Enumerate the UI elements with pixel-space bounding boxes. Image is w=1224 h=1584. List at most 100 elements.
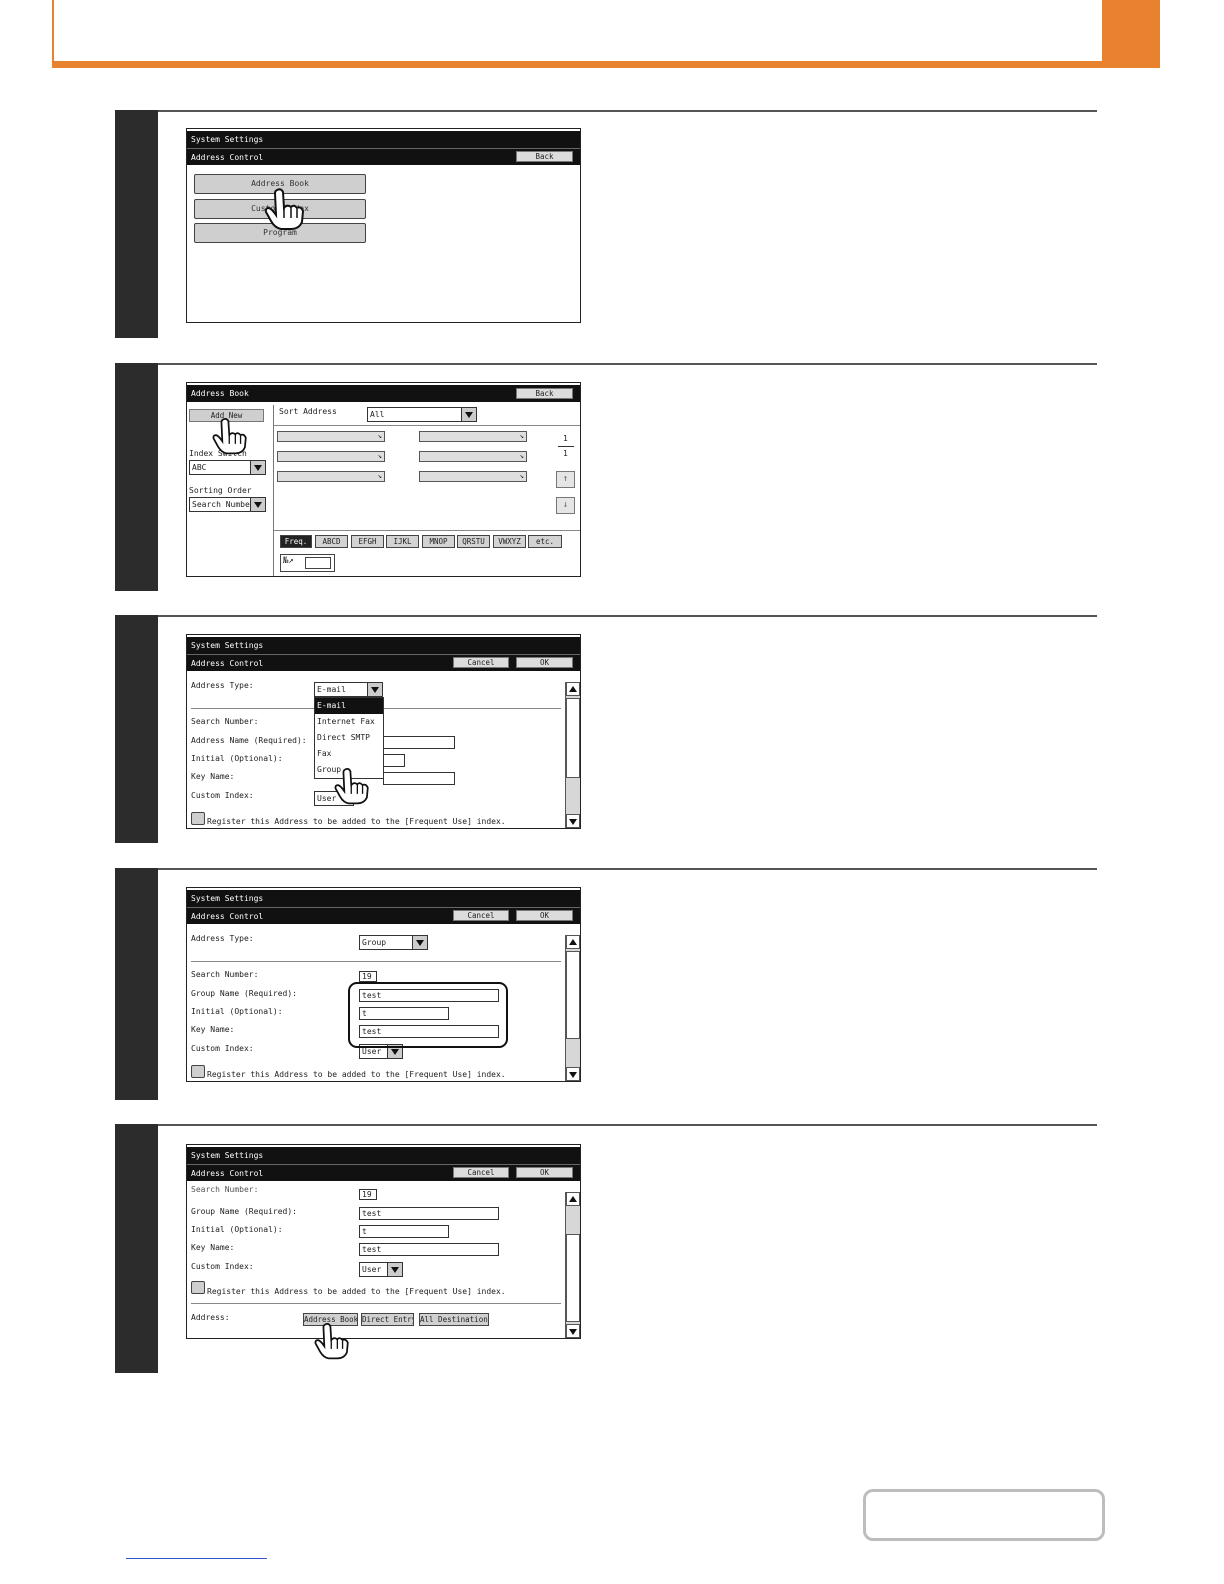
index-switch-select[interactable]: ABC xyxy=(189,460,266,475)
scrollbar[interactable] xyxy=(565,682,580,828)
custom-index-select[interactable]: User 1 xyxy=(359,1262,403,1277)
address-slot[interactable]: ↘ xyxy=(419,471,527,482)
screen-system-settings: System Settings Address Control Back Add… xyxy=(186,128,581,323)
direct-entry-button[interactable]: Direct Entry xyxy=(361,1313,414,1326)
scrollbar[interactable] xyxy=(565,935,580,1081)
number-input[interactable] xyxy=(305,557,331,569)
divider xyxy=(274,530,580,531)
group-name-label: Group Name (Required): xyxy=(191,1207,297,1216)
menu-item-email[interactable]: E-mail xyxy=(315,698,383,714)
tab-vwxyz[interactable]: VWXYZ xyxy=(493,535,526,548)
search-number-field[interactable]: 19 xyxy=(359,971,377,982)
tab-abcd[interactable]: ABCD xyxy=(315,535,348,548)
address-slot[interactable]: ↘ xyxy=(277,451,385,462)
scroll-down-icon[interactable] xyxy=(566,814,580,828)
address-name-field[interactable] xyxy=(383,736,455,749)
step-divider xyxy=(115,1124,1097,1126)
all-destinations-button[interactable]: All Destinations xyxy=(419,1313,489,1326)
subtitle-text: Address Control xyxy=(191,1169,264,1178)
address-type-label: Address Type: xyxy=(191,681,254,690)
frequent-use-checkbox[interactable] xyxy=(191,1065,205,1078)
step-number-bar xyxy=(115,110,158,338)
search-number-field[interactable]: 19 xyxy=(359,1189,377,1200)
address-slot[interactable]: ↘ xyxy=(277,471,385,482)
tab-ijkl[interactable]: IJKL xyxy=(386,535,419,548)
pointing-hand-icon xyxy=(334,768,369,805)
frequent-use-checkbox[interactable] xyxy=(191,812,205,825)
step-divider xyxy=(115,363,1097,365)
arrow-up-icon[interactable]: ↑ xyxy=(556,471,575,488)
menu-item-direct-smtp[interactable]: Direct SMTP xyxy=(315,730,383,746)
divider xyxy=(191,961,561,962)
screen-address-control: System Settings Address Control Cancel O… xyxy=(186,887,581,1082)
key-name-field[interactable] xyxy=(383,772,455,785)
subtitle-text: Address Control xyxy=(191,912,264,921)
title-text: Address Book xyxy=(191,389,249,398)
screen-title: System Settings xyxy=(187,890,580,907)
search-number-box[interactable]: №↗ xyxy=(280,554,335,572)
tab-mnop[interactable]: MNOP xyxy=(422,535,455,548)
key-name-field[interactable]: test xyxy=(359,1243,499,1256)
menu-item-internet-fax[interactable]: Internet Fax xyxy=(315,714,383,730)
address-slot[interactable]: ↘ xyxy=(419,451,527,462)
scroll-down-icon[interactable] xyxy=(566,1067,580,1081)
address-name-label: Address Name (Required): xyxy=(191,736,307,745)
step-divider xyxy=(115,868,1097,870)
group-name-field[interactable]: test xyxy=(359,1207,499,1220)
chevron-down-icon xyxy=(387,1262,403,1277)
step-2: Address Book Back Add New Index Switch A… xyxy=(115,363,1097,591)
chevron-down-icon xyxy=(250,460,266,475)
custom-index-label: Custom Index: xyxy=(191,791,254,800)
search-number-label: Search Number: xyxy=(191,970,259,979)
scroll-up-icon[interactable] xyxy=(566,935,580,949)
back-button[interactable]: Back xyxy=(516,388,573,399)
ok-button[interactable]: OK xyxy=(516,910,573,921)
nav-button[interactable] xyxy=(863,1489,1105,1541)
tab-qrstu[interactable]: QRSTU xyxy=(457,535,490,548)
scroll-thumb[interactable] xyxy=(566,951,580,1039)
screen-title: System Settings xyxy=(187,131,580,148)
step-number-bar xyxy=(115,615,158,843)
scroll-thumb[interactable] xyxy=(566,698,580,778)
address-type-select[interactable]: Group xyxy=(359,935,428,950)
frequent-use-checkbox[interactable] xyxy=(191,1281,205,1294)
scroll-up-icon[interactable] xyxy=(566,1192,580,1206)
scrollbar[interactable] xyxy=(565,1192,580,1338)
back-button[interactable]: Back xyxy=(516,151,573,162)
cancel-button[interactable]: Cancel xyxy=(453,910,509,921)
tab-efgh[interactable]: EFGH xyxy=(351,535,384,548)
address-slot[interactable]: ↘ xyxy=(419,431,527,442)
group-name-label: Group Name (Required): xyxy=(191,989,297,998)
initial-label: Initial (Optional): xyxy=(191,1007,283,1016)
cancel-button[interactable]: Cancel xyxy=(453,657,509,668)
scroll-up-icon[interactable] xyxy=(566,682,580,696)
cancel-button[interactable]: Cancel xyxy=(453,1167,509,1178)
chevron-down-icon xyxy=(250,497,266,512)
left-panel-divider xyxy=(273,405,274,576)
search-number-label: Search Number: xyxy=(191,1185,259,1194)
step-4: System Settings Address Control Cancel O… xyxy=(115,868,1097,1100)
screen-address-control: System Settings Address Control Cancel O… xyxy=(186,634,581,829)
menu-item-fax[interactable]: Fax xyxy=(315,746,383,762)
initial-field[interactable]: t xyxy=(359,1225,449,1238)
ok-button[interactable]: OK xyxy=(516,1167,573,1178)
arrow-down-icon[interactable]: ↓ xyxy=(556,497,575,514)
address-type-select[interactable]: E-mail xyxy=(314,682,383,697)
address-slot[interactable]: ↘ xyxy=(277,431,385,442)
ok-button[interactable]: OK xyxy=(516,657,573,668)
divider xyxy=(191,1303,561,1304)
screen-title: System Settings xyxy=(187,637,580,654)
tab-freq[interactable]: Freq. xyxy=(280,535,312,548)
key-name-label: Key Name: xyxy=(191,1243,235,1252)
step-5: Search Number: System Settings Address C… xyxy=(115,1124,1097,1373)
sorting-order-label: Sorting Order xyxy=(189,486,252,495)
page-header xyxy=(0,0,1224,70)
tab-etc[interactable]: etc. xyxy=(528,535,562,548)
sort-address-select[interactable]: All xyxy=(367,407,477,422)
scroll-down-icon[interactable] xyxy=(566,1324,580,1338)
sorting-order-select[interactable]: Search Number xyxy=(189,497,266,512)
initial-field[interactable] xyxy=(383,754,405,767)
scroll-thumb[interactable] xyxy=(566,1234,580,1322)
register-text: Register this Address to be added to the… xyxy=(207,817,506,826)
initial-label: Initial (Optional): xyxy=(191,754,283,763)
